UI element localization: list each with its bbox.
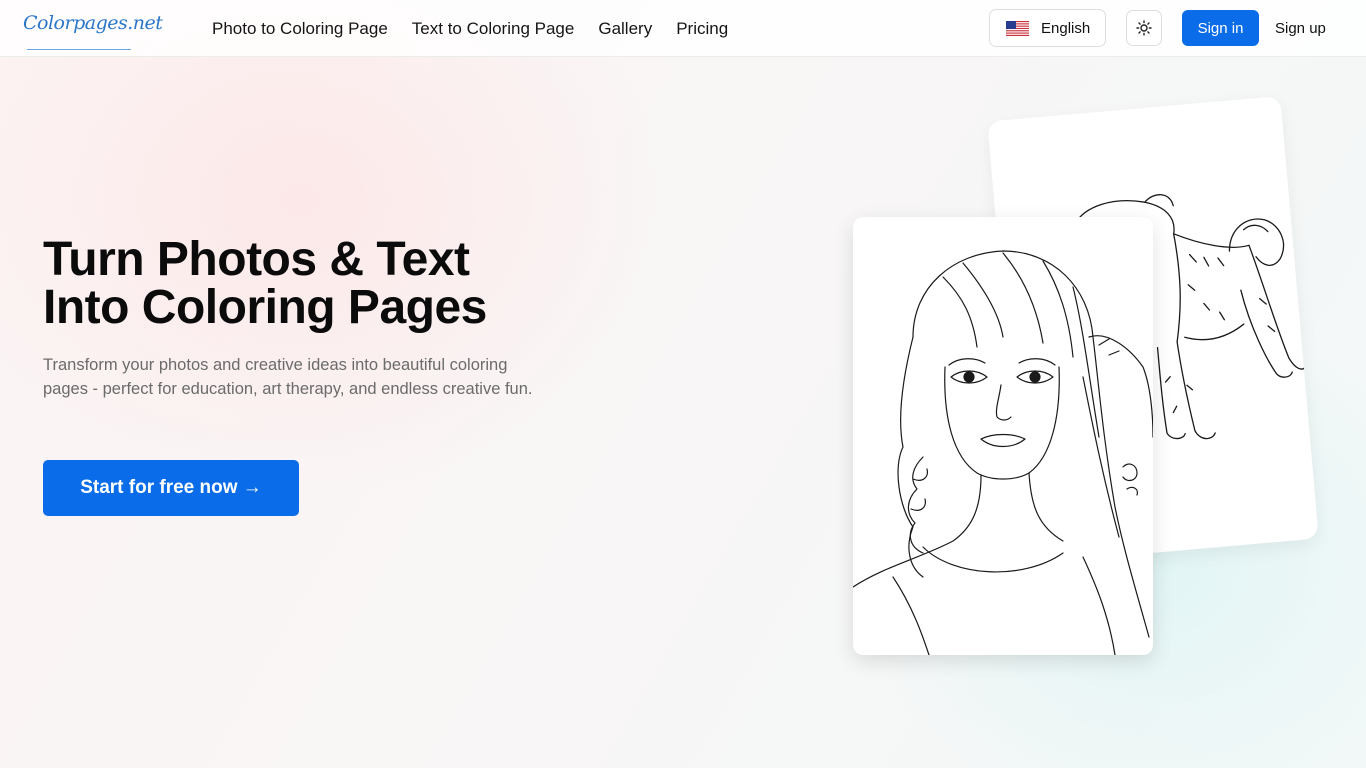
start-free-button[interactable]: Start for free now → xyxy=(43,460,299,516)
hero-subtitle-line1: Transform your photos and creative ideas… xyxy=(43,356,508,374)
logo-text: Colorpages.net xyxy=(23,12,163,34)
us-flag-icon xyxy=(1006,20,1029,36)
girl-coloring-card xyxy=(853,217,1153,655)
hero-title-line1: Turn Photos & Text xyxy=(43,233,470,286)
sign-up-link[interactable]: Sign up xyxy=(1275,10,1326,46)
language-label: English xyxy=(1041,19,1091,37)
hero-subtitle: Transform your photos and creative ideas… xyxy=(43,353,603,401)
language-selector[interactable]: English xyxy=(989,9,1106,47)
site-logo[interactable]: Colorpages.net xyxy=(23,8,163,52)
nav-link-text-to-coloring-page[interactable]: Text to Coloring Page xyxy=(412,19,575,39)
hero-subtitle-line2: pages - perfect for education, art thera… xyxy=(43,380,533,398)
nav-links: Photo to Coloring Page Text to Coloring … xyxy=(212,0,752,57)
nav-link-gallery[interactable]: Gallery xyxy=(598,19,652,39)
girl-portrait-coloring-page-illustration xyxy=(853,250,1153,655)
logo-underline xyxy=(27,49,131,50)
nav-link-pricing[interactable]: Pricing xyxy=(676,19,728,39)
top-navbar: Colorpages.net Photo to Coloring Page Te… xyxy=(0,0,1366,57)
theme-toggle-button[interactable] xyxy=(1126,10,1162,46)
nav-link-photo-to-coloring-page[interactable]: Photo to Coloring Page xyxy=(212,19,388,39)
sign-in-button[interactable]: Sign in xyxy=(1182,10,1259,46)
hero-title-line2: Into Coloring Pages xyxy=(43,281,487,334)
hero-title: Turn Photos & Text Into Coloring Pages xyxy=(43,236,663,332)
sun-icon xyxy=(1136,20,1152,36)
